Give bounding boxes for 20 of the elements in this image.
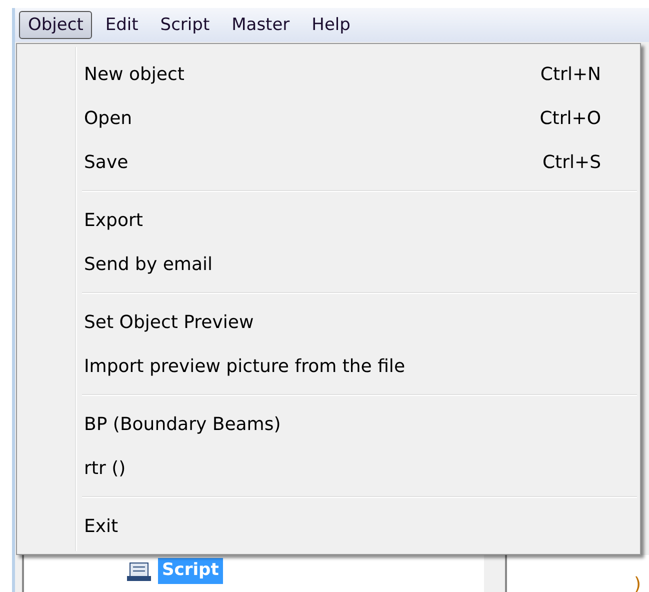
shortcut-label: Ctrl+O	[540, 106, 601, 130]
menu-entry[interactable]: rtr ()	[20, 446, 637, 490]
code-text: )	[634, 573, 641, 592]
script-icon	[126, 562, 152, 582]
shortcut-label: Ctrl+N	[540, 62, 601, 86]
menu-entry[interactable]: Exit	[20, 504, 637, 548]
shortcut-label: Ctrl+S	[542, 150, 601, 174]
menu-entry[interactable]: Save Ctrl+S	[20, 140, 637, 184]
menu-entry[interactable]: Import preview picture from the file	[20, 344, 637, 388]
menu-item[interactable]: Help	[302, 10, 360, 40]
menu-entry[interactable]: Set Object Preview	[20, 300, 637, 344]
menu-item[interactable]: Master	[222, 10, 299, 40]
menu-entry[interactable]: Send by email	[20, 242, 637, 286]
menu-item[interactable]: Object	[19, 10, 92, 40]
menu-entry[interactable]: BP (Boundary Beams)	[20, 402, 637, 446]
menu-entry[interactable]: New object Ctrl+N	[20, 52, 637, 96]
menu-entry[interactable]: Open Ctrl+O	[20, 96, 637, 140]
menu-entry[interactable]: Export	[20, 198, 637, 242]
menu-item[interactable]: Script	[151, 10, 219, 40]
menu-item[interactable]: Edit	[96, 10, 148, 40]
